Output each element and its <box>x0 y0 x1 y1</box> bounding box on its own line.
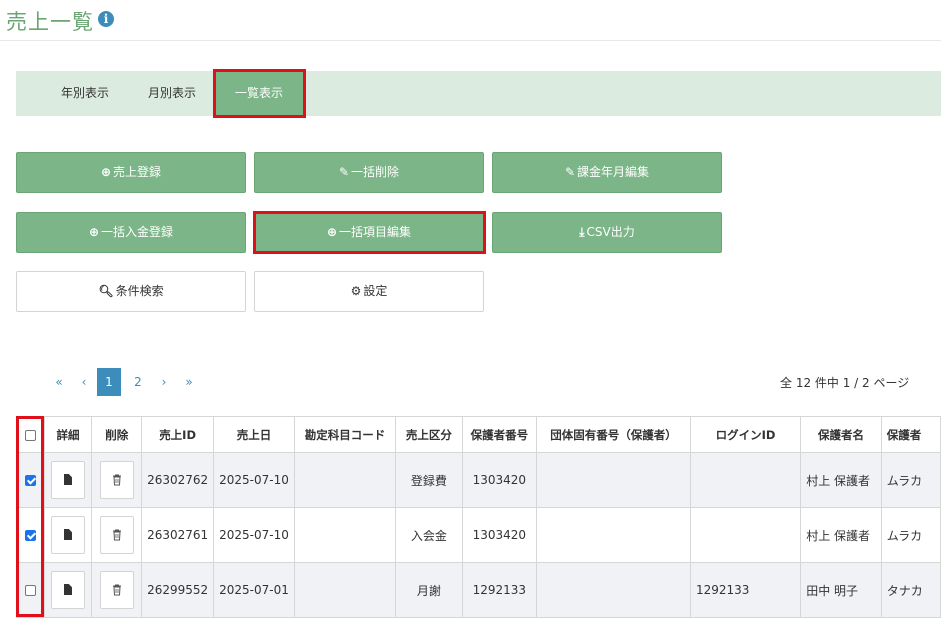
pager-last[interactable]: » <box>182 368 196 396</box>
detail-button[interactable] <box>50 571 85 609</box>
row-select-cell <box>16 507 45 563</box>
table-row: 26299552 2025-07-01 月謝 1292133 1292133 田… <box>16 562 941 618</box>
table-row: 26302761 2025-07-10 入会金 1303420 村上 保護者 ム… <box>16 507 941 563</box>
table-header-row: 詳細 削除 売上ID 売上日 勘定科目コード 売上区分 保護者番号 団体固有番号… <box>16 416 941 453</box>
row-checkbox[interactable] <box>24 530 36 541</box>
login-id-cell: 1292133 <box>689 562 802 618</box>
pencil-icon: ✎ <box>338 165 350 179</box>
detail-button[interactable] <box>50 461 85 499</box>
tab-monthly[interactable]: 月別表示 <box>148 71 196 116</box>
row-checkbox[interactable] <box>24 475 36 486</box>
page-title: 売上一覧 <box>6 10 94 34</box>
account-code-cell <box>293 562 397 618</box>
account-code-cell <box>293 507 397 563</box>
header-detail: 詳細 <box>43 416 93 453</box>
header-guardian-kana[interactable]: 保護者 <box>880 416 941 453</box>
guardian-kana-cell: ムラカ <box>880 452 941 508</box>
header-guardian-name[interactable]: 保護者名 <box>800 416 882 453</box>
pencil-icon: ✎ <box>564 165 576 179</box>
sales-date-cell: 2025-07-10 <box>213 452 295 508</box>
detail-cell <box>43 507 93 563</box>
header-sales-id[interactable]: 売上ID <box>141 416 215 453</box>
register-sales-button[interactable]: ⊕ 売上登録 <box>16 152 246 193</box>
page-summary: 全 12 件中 1 / 2 ページ <box>780 376 910 390</box>
plus-circle-icon: ⊕ <box>100 165 112 179</box>
row-select-cell <box>16 562 45 618</box>
delete-button[interactable] <box>99 516 134 554</box>
guardian-name-cell: 村上 保護者 <box>800 507 882 563</box>
bulk-deposit-button[interactable]: ⊕ 一括入金登録 <box>16 212 246 253</box>
edit-billing-month-button[interactable]: ✎ 課金年月編集 <box>492 152 722 193</box>
info-icon[interactable]: i <box>98 11 114 27</box>
detail-cell <box>43 562 93 618</box>
pager-prev[interactable]: ‹ <box>78 368 90 396</box>
trash-icon <box>112 529 121 541</box>
plus-circle-icon: ⊕ <box>326 225 338 239</box>
settings-button[interactable]: ⚙ 設定 <box>254 271 484 312</box>
sales-id-cell: 26302762 <box>141 452 215 508</box>
view-tabs: 年別表示 月別表示 一覧表示 <box>16 71 941 116</box>
sales-date-cell: 2025-07-10 <box>213 507 295 563</box>
guardian-no-cell: 1303420 <box>461 507 538 563</box>
guardian-kana-cell: タナカ <box>880 562 941 618</box>
delete-cell <box>91 452 143 508</box>
search-icon: 🔍︎ <box>98 284 114 298</box>
guardian-name-cell: 村上 保護者 <box>800 452 882 508</box>
select-all-cell <box>16 416 45 453</box>
gear-icon: ⚙ <box>350 284 362 298</box>
header-account-code[interactable]: 勘定科目コード <box>293 416 397 453</box>
tab-yearly[interactable]: 年別表示 <box>61 71 109 116</box>
account-code-cell <box>293 452 397 508</box>
trash-icon <box>112 584 121 596</box>
delete-cell <box>91 507 143 563</box>
bulk-delete-button[interactable]: ✎ 一括削除 <box>254 152 484 193</box>
header-sales-date[interactable]: 売上日 <box>213 416 295 453</box>
org-no-cell <box>536 562 691 618</box>
org-no-cell <box>536 452 691 508</box>
delete-button[interactable] <box>99 571 134 609</box>
org-no-cell <box>536 507 691 563</box>
pager-page-2[interactable]: 2 <box>130 368 146 396</box>
detail-button[interactable] <box>50 516 85 554</box>
guardian-no-cell: 1303420 <box>461 452 538 508</box>
condition-search-button[interactable]: 🔍︎ 条件検索 <box>16 271 246 312</box>
header-guardian-no[interactable]: 保護者番号 <box>461 416 538 453</box>
file-icon <box>63 474 72 485</box>
row-select-cell <box>16 452 45 508</box>
category-cell: 登録費 <box>395 452 463 508</box>
title-bar: 売上一覧 i <box>0 0 941 41</box>
plus-circle-icon: ⊕ <box>88 225 100 239</box>
pager-next[interactable]: › <box>158 368 170 396</box>
trash-icon <box>112 474 121 486</box>
file-icon <box>63 529 72 540</box>
download-icon: ⤓ <box>579 225 585 239</box>
login-id-cell <box>689 507 802 563</box>
csv-export-button[interactable]: ⤓ CSV出力 <box>492 212 722 253</box>
tab-list[interactable]: 一覧表示 <box>215 71 303 116</box>
header-login-id[interactable]: ログインID <box>689 416 802 453</box>
delete-cell <box>91 562 143 618</box>
category-cell: 入会金 <box>395 507 463 563</box>
detail-cell <box>43 452 93 508</box>
delete-button[interactable] <box>99 461 134 499</box>
sales-date-cell: 2025-07-01 <box>213 562 295 618</box>
table-row: 26302762 2025-07-10 登録費 1303420 村上 保護者 ム… <box>16 452 941 508</box>
select-all-checkbox[interactable] <box>24 429 36 441</box>
category-cell: 月謝 <box>395 562 463 618</box>
file-icon <box>63 584 72 595</box>
pager-page-1[interactable]: 1 <box>97 368 121 396</box>
bulk-item-edit-button[interactable]: ⊕ 一括項目編集 <box>254 212 484 253</box>
row-checkbox[interactable] <box>24 585 36 596</box>
guardian-kana-cell: ムラカ <box>880 507 941 563</box>
header-delete: 削除 <box>91 416 143 453</box>
sales-table: 詳細 削除 売上ID 売上日 勘定科目コード 売上区分 保護者番号 団体固有番号… <box>16 416 941 618</box>
guardian-name-cell: 田中 明子 <box>800 562 882 618</box>
guardian-no-cell: 1292133 <box>461 562 538 618</box>
header-org-no[interactable]: 団体固有番号（保護者） <box>536 416 691 453</box>
sales-id-cell: 26302761 <box>141 507 215 563</box>
pager-first[interactable]: « <box>52 368 66 396</box>
sales-id-cell: 26299552 <box>141 562 215 618</box>
login-id-cell <box>689 452 802 508</box>
header-sales-category[interactable]: 売上区分 <box>395 416 463 453</box>
